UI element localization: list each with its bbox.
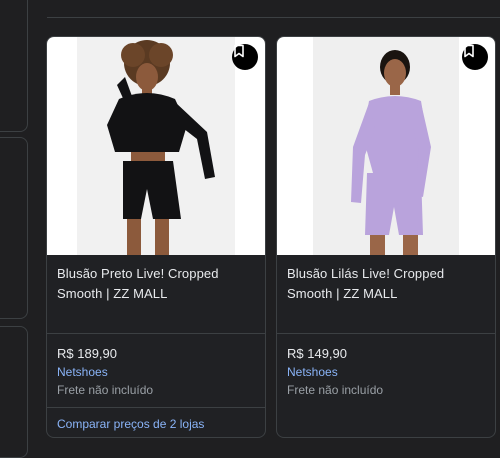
bookmark-icon <box>464 44 474 58</box>
bookmark-button[interactable] <box>462 44 488 70</box>
side-panel-bottom <box>0 326 28 458</box>
product-image[interactable] <box>47 37 265 255</box>
product-card[interactable]: Blusão Preto Live! Cropped Smooth | ZZ M… <box>46 36 266 438</box>
product-price: R$ 149,90 <box>287 346 347 361</box>
bookmark-button[interactable] <box>232 44 258 70</box>
product-price: R$ 189,90 <box>57 346 117 361</box>
compare-prices-link[interactable]: Comparar preços de 2 lojas <box>57 417 204 431</box>
card-divider <box>47 333 265 334</box>
bookmark-icon <box>234 44 244 58</box>
store-name[interactable]: Netshoes <box>287 365 338 379</box>
product-title[interactable]: Blusão Preto Live! Cropped Smooth | ZZ M… <box>57 264 257 304</box>
section-divider <box>47 17 500 18</box>
shipping-info: Frete não incluído <box>287 383 384 397</box>
store-name[interactable]: Netshoes <box>57 365 108 379</box>
side-panel-top <box>0 0 28 132</box>
side-panel-middle <box>0 137 28 319</box>
product-image[interactable] <box>277 37 495 255</box>
product-title[interactable]: Blusão Lilás Live! Cropped Smooth | ZZ M… <box>287 264 487 304</box>
card-divider <box>277 333 495 334</box>
card-divider <box>47 407 265 408</box>
shipping-info: Frete não incluído <box>57 383 154 397</box>
product-card[interactable]: Blusão Lilás Live! Cropped Smooth | ZZ M… <box>276 36 496 438</box>
